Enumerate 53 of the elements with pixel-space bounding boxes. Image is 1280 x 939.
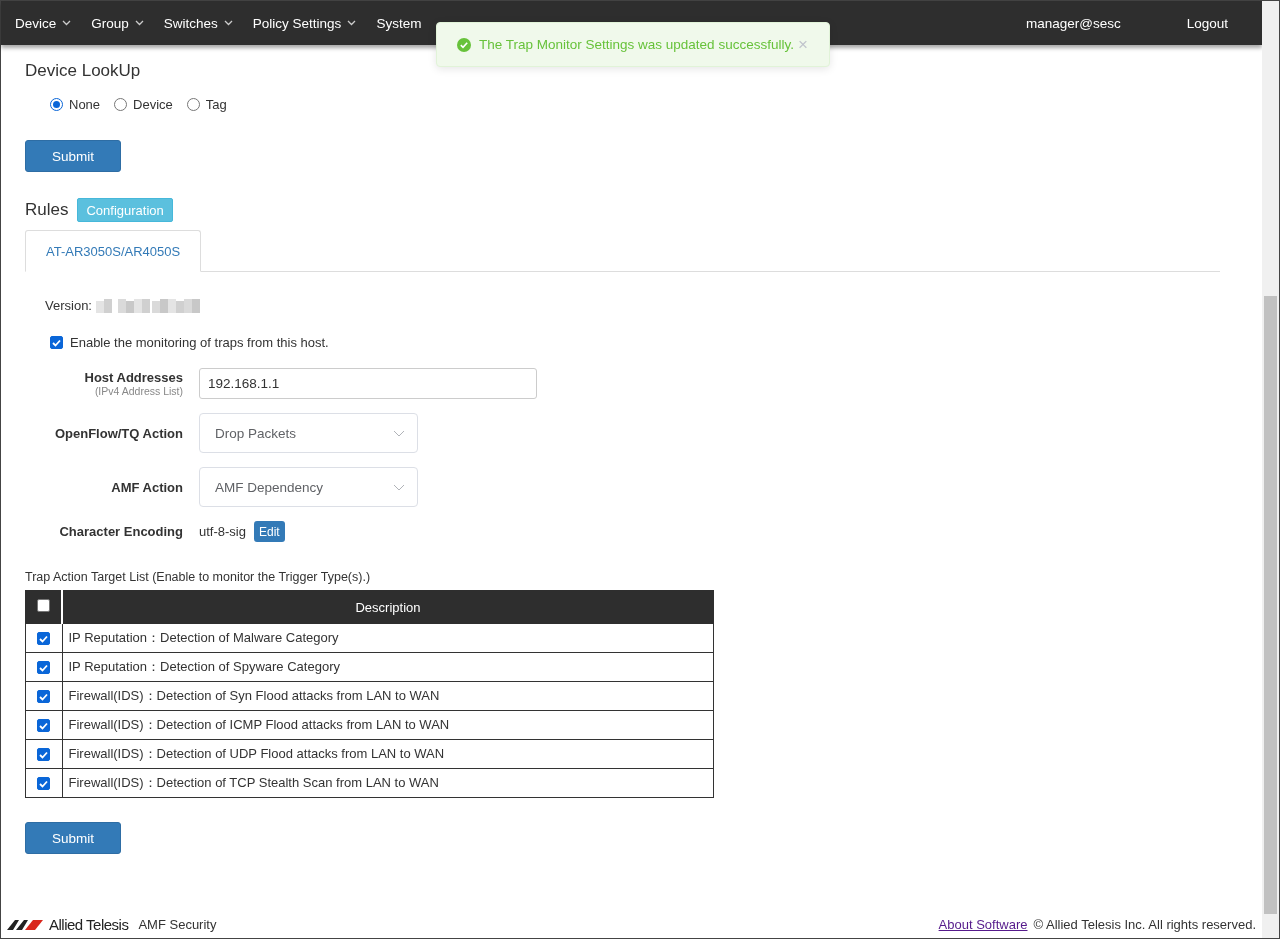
openflow-action-select[interactable]: Drop Packets: [199, 413, 418, 453]
nav-menu-item[interactable]: Policy Settings: [252, 15, 367, 31]
version-label: Version:: [45, 298, 92, 313]
section-title: Device LookUp: [25, 61, 142, 81]
field-hint: (IPv4 Address List): [94, 385, 183, 397]
table-cell: Firewall(IDS)：Detection of Syn Flood attacks from LAN to WAN: [62, 681, 714, 711]
table-cell: IP Reputation：Detection of Malware Category: [62, 623, 714, 653]
table-cell: Firewall(IDS)：Detection of TCP Stealth Scan from LAN to WAN: [62, 768, 714, 798]
brand-name: Allied Telesis: [49, 915, 129, 933]
field-label: Host Addresses: [84, 370, 183, 385]
table-cell: Firewall(IDS)：Detection of UDP Flood attacks from LAN to WAN: [62, 739, 714, 769]
nav-menu-item[interactable]: Group: [91, 15, 154, 31]
tab[interactable]: AT-AR3050S/AR4050S: [25, 230, 202, 272]
about-software-link[interactable]: About Software: [938, 916, 1028, 932]
row-checkbox[interactable]: [37, 748, 51, 761]
logo-icon: [7, 918, 43, 930]
section-title: Rules: [25, 200, 69, 220]
nav-menu-item[interactable]: Switches: [163, 15, 243, 31]
field-label: OpenFlow/TQ Action: [54, 425, 183, 441]
user-menu-item[interactable]: manager@sesc: [1025, 15, 1131, 31]
amf-action-select[interactable]: AMF Dependency: [199, 467, 418, 507]
nav-menu-item[interactable]: Device: [15, 15, 82, 31]
select-all-checkbox[interactable]: [37, 599, 50, 612]
copyright-text: © Allied Telesis Inc. All rights reserved.: [1033, 916, 1256, 932]
logout-link[interactable]: Logout: [1186, 15, 1238, 31]
row-checkbox[interactable]: [37, 690, 51, 703]
field-label: AMF Action: [111, 479, 183, 495]
radio-label: Tag: [205, 97, 227, 112]
field-label: Character Encoding: [59, 524, 183, 539]
radio-label: Device: [133, 97, 173, 112]
success-icon: [457, 37, 471, 52]
table-caption: Trap Action Target List (Enable to monitor the Trigger Type(s).): [25, 570, 372, 584]
scrollbar[interactable]: [1262, 1, 1279, 938]
row-checkbox[interactable]: [37, 661, 51, 674]
toast-message: The Trap Monitor Settings was updated successfully.: [479, 37, 794, 52]
encoding-value: utf-8-sig: [199, 524, 246, 539]
checkbox-label: Enable the monitoring of traps from this host.: [70, 335, 329, 350]
product-name: AMF Security: [138, 916, 217, 932]
submit-button[interactable]: Submit: [25, 822, 121, 854]
edit-button[interactable]: Edit: [253, 521, 285, 542]
row-checkbox[interactable]: [37, 632, 51, 645]
row-checkbox[interactable]: [37, 777, 51, 790]
chevron-icon: [393, 429, 405, 437]
checkbox[interactable]: [50, 336, 63, 349]
row-checkbox[interactable]: [37, 719, 51, 732]
submit-button[interactable]: Submit: [25, 140, 121, 172]
chevron-icon: [393, 483, 405, 491]
radio-label: None: [69, 97, 101, 112]
nav-menu-item[interactable]: System: [376, 15, 432, 31]
table-cell: Firewall(IDS)：Detection of ICMP Flood attacks from LAN to WAN: [62, 710, 714, 740]
column-header: Description: [62, 590, 714, 624]
host-address-field[interactable]: 192.168.1.1: [199, 368, 537, 399]
table-cell: IP Reputation：Detection of Spyware Category: [62, 652, 714, 682]
